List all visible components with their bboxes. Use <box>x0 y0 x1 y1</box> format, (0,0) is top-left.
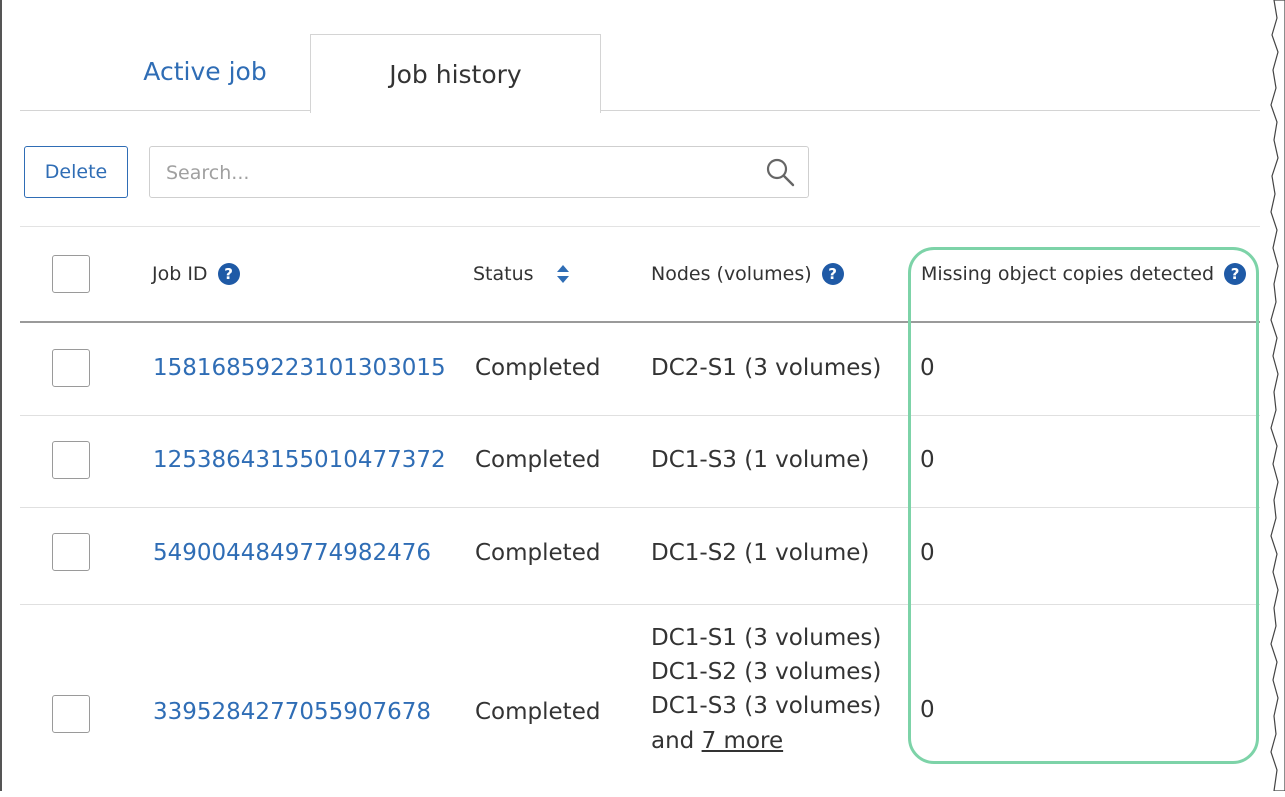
nodes-text: DC1-S3 (3 volumes) <box>651 693 882 719</box>
nodes-text: DC1-S2 (3 volumes) <box>651 659 882 685</box>
select-all-checkbox[interactable] <box>52 255 90 293</box>
tab-baseline <box>20 110 1260 111</box>
search-icon[interactable] <box>764 156 796 188</box>
search-box <box>149 146 809 198</box>
header-nodes: Nodes (volumes) ? <box>651 227 844 321</box>
nodes-more: and 7 more <box>651 724 783 758</box>
status-text: Completed <box>475 447 601 473</box>
row-checkbox[interactable] <box>52 441 90 479</box>
nodes-text: DC1-S3 (1 volume) <box>651 447 870 473</box>
header-status-label: Status <box>473 263 534 285</box>
tab-job-history[interactable]: Job history <box>310 34 601 113</box>
nodes-text: DC2-S1 (3 volumes) <box>651 355 882 381</box>
job-id-link[interactable]: 3395284277055907678 <box>153 695 431 729</box>
status-text: Completed <box>475 540 601 566</box>
nodes-text: DC1-S2 (1 volume) <box>651 540 870 566</box>
delete-button[interactable]: Delete <box>24 146 128 198</box>
help-icon[interactable]: ? <box>217 263 240 285</box>
status-text: Completed <box>475 355 601 381</box>
row-checkbox[interactable] <box>52 349 90 387</box>
header-nodes-label: Nodes (volumes) <box>651 263 812 285</box>
row-checkbox[interactable] <box>52 695 90 733</box>
job-id-link[interactable]: 12538643155010477372 <box>153 443 446 477</box>
left-frame-border <box>0 0 2 791</box>
help-icon[interactable]: ? <box>821 263 844 285</box>
job-id-link[interactable]: 15816859223101303015 <box>153 351 446 385</box>
status-text: Completed <box>475 699 601 725</box>
sort-icon[interactable] <box>556 263 570 285</box>
row-checkbox[interactable] <box>52 533 90 571</box>
header-status[interactable]: Status <box>473 227 570 321</box>
header-job-id-label: Job ID <box>152 263 208 285</box>
tab-bar: Active job Job history <box>20 33 1260 113</box>
tab-active-job[interactable]: Active job <box>115 33 295 110</box>
nodes-text: DC1-S1 (3 volumes) <box>651 625 882 651</box>
torn-edge-decoration <box>1270 0 1285 791</box>
job-id-link[interactable]: 5490044849774982476 <box>153 536 431 570</box>
more-link[interactable]: 7 more <box>702 728 784 754</box>
header-job-id: Job ID ? <box>152 227 240 321</box>
more-prefix: and <box>651 728 702 754</box>
missing-column-highlight <box>908 247 1259 764</box>
search-input[interactable] <box>164 155 758 191</box>
